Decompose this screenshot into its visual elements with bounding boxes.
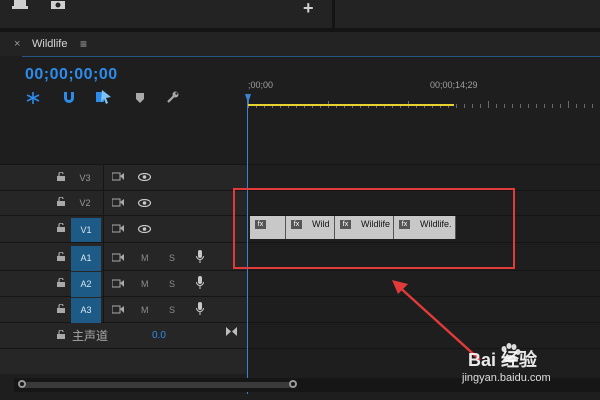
- lock-icon[interactable]: [56, 196, 66, 207]
- toggle-sync-lock-icon[interactable]: [111, 279, 124, 291]
- work-area-bar[interactable]: [248, 104, 454, 106]
- toggle-sync-lock-icon[interactable]: [111, 198, 124, 210]
- playhead-timecode[interactable]: 00;00;00;00: [25, 66, 118, 84]
- header-column-divider: [103, 164, 104, 322]
- watermark-brand: Bai 经验: [468, 350, 538, 370]
- watermark-url: jingyan.baidu.com: [462, 372, 551, 384]
- sequence-tab-title[interactable]: Wildlife: [32, 38, 67, 50]
- add-button[interactable]: +: [303, 0, 314, 19]
- ruler-tick: [504, 104, 505, 108]
- solo-track-button[interactable]: S: [169, 253, 175, 263]
- ruler-tick: [528, 104, 529, 108]
- track-label-a3[interactable]: A3: [71, 298, 101, 323]
- ruler-tick: [552, 104, 553, 108]
- scrollbar-right-handle[interactable]: [289, 380, 297, 388]
- microphone-icon[interactable]: [196, 250, 204, 266]
- annotation-highlight-box: [233, 188, 515, 269]
- master-volume-value[interactable]: 0.0: [152, 330, 166, 341]
- mute-track-button[interactable]: M: [141, 253, 149, 263]
- toggle-sync-lock-icon[interactable]: [111, 172, 124, 184]
- mute-track-button[interactable]: M: [141, 279, 149, 289]
- ruler-tick: [560, 104, 561, 108]
- add-marker-icon[interactable]: [136, 93, 144, 103]
- baidu-watermark: Bai 经验 jingyan.baidu.com: [460, 338, 600, 390]
- solo-track-button[interactable]: S: [169, 305, 175, 315]
- ruler-tick: [544, 104, 545, 108]
- lock-icon[interactable]: [56, 251, 66, 262]
- go-to-end-icon[interactable]: [226, 327, 237, 336]
- wrench-settings-icon[interactable]: [166, 91, 179, 104]
- top-toolbar: [0, 0, 600, 28]
- ruler-tick: [480, 104, 481, 108]
- lock-icon[interactable]: [56, 329, 66, 340]
- track-label-v1[interactable]: V1: [71, 218, 101, 242]
- tab-underline: [22, 56, 600, 57]
- ruler-tick: [520, 104, 521, 108]
- ruler-tick: [576, 104, 577, 108]
- ruler-tick: [496, 104, 497, 108]
- panel-menu-icon[interactable]: ≡: [80, 37, 87, 51]
- lock-icon[interactable]: [56, 303, 66, 314]
- ruler-tick: [568, 101, 569, 108]
- ruler-tick: [464, 104, 465, 108]
- track-header-area: [0, 164, 248, 374]
- solo-track-button[interactable]: S: [169, 279, 175, 289]
- eye-icon[interactable]: [137, 172, 152, 184]
- timeline-panel-tab: [0, 32, 600, 56]
- ruler-tick: [536, 104, 537, 108]
- panel-divider: [332, 0, 335, 28]
- scrollbar-left-handle[interactable]: [18, 380, 26, 388]
- scrollbar-thumb[interactable]: [22, 382, 292, 388]
- nest-sequences-icon[interactable]: [26, 92, 40, 104]
- track-label-a2[interactable]: A2: [71, 272, 101, 297]
- ruler-tick: [512, 104, 513, 108]
- ruler-tick: [472, 104, 473, 108]
- master-track-label: 主声道: [72, 329, 109, 343]
- track-divider: [0, 164, 600, 165]
- ruler-tick: [584, 104, 585, 108]
- eye-icon[interactable]: [137, 224, 152, 236]
- lock-icon[interactable]: [56, 222, 66, 233]
- playhead-handle[interactable]: [245, 94, 251, 103]
- linked-selection-icon[interactable]: [96, 90, 112, 104]
- track-label-v3[interactable]: V3: [70, 167, 100, 189]
- mute-track-button[interactable]: M: [141, 305, 149, 315]
- snap-magnet-icon[interactable]: [62, 92, 76, 104]
- camera-icon[interactable]: [50, 0, 66, 10]
- toggle-sync-lock-icon[interactable]: [111, 224, 124, 236]
- close-tab-button[interactable]: ×: [14, 38, 20, 50]
- ruler-tick: [456, 104, 457, 108]
- lock-icon[interactable]: [56, 171, 66, 182]
- track-label-v2[interactable]: V2: [70, 192, 100, 214]
- eye-icon[interactable]: [137, 198, 152, 210]
- toggle-sync-lock-icon[interactable]: [111, 305, 124, 317]
- ruler-tick: [592, 104, 593, 108]
- lock-icon[interactable]: [56, 277, 66, 288]
- ruler-tick: [488, 101, 489, 108]
- toggle-sync-lock-icon[interactable]: [111, 253, 124, 265]
- microphone-icon[interactable]: [196, 276, 204, 292]
- track-label-a1[interactable]: A1: [71, 246, 101, 271]
- microphone-icon[interactable]: [196, 302, 204, 318]
- export-frame-icon[interactable]: [12, 0, 28, 10]
